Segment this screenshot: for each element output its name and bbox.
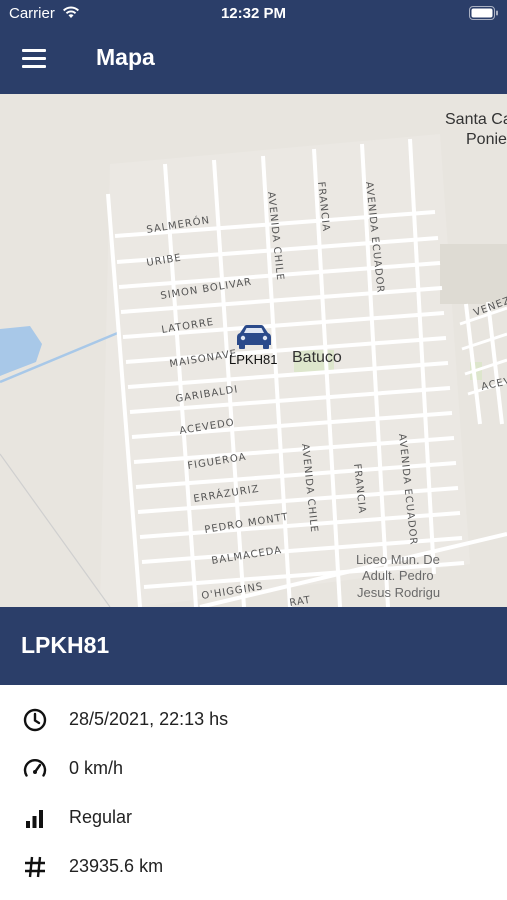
place-label-top-right: Ponie — [466, 131, 507, 148]
detail-row-speed: 0 km/h — [0, 744, 507, 793]
place-label-top-right: Santa Ca — [445, 111, 507, 128]
street-label: RAT — [289, 595, 312, 607]
clock-time: 12:32 PM — [220, 5, 287, 22]
street-label: ACEV — [480, 376, 507, 393]
detail-text: 0 km/h — [69, 758, 124, 778]
battery-icon — [469, 6, 499, 20]
navigation-bar: Mapa — [0, 28, 507, 94]
signal-bars-icon — [22, 805, 48, 831]
detail-text: 23935.6 km — [69, 856, 164, 876]
detail-row-signal: Regular — [0, 793, 507, 842]
place-label: Batuco — [292, 349, 342, 366]
clock-icon — [22, 707, 48, 733]
status-bar: Carrier 12:32 PM — [0, 0, 507, 28]
detail-row-date: 28/5/2021, 22:13 hs — [0, 695, 507, 744]
poi-label: Adult. Pedro — [362, 568, 434, 583]
page-title: Mapa — [96, 44, 155, 70]
vehicle-plate: LPKH81 — [21, 632, 110, 658]
detail-row-odometer: 23935.6 km — [0, 842, 507, 891]
poi-label: Jesus Rodrigu — [357, 585, 440, 600]
vehicle-details: 28/5/2021, 22:13 hs 0 km/h Regular 23935… — [0, 685, 507, 900]
vehicle-header: LPKH81 — [0, 607, 507, 685]
speedometer-icon — [22, 756, 48, 782]
detail-text: 28/5/2021, 22:13 hs — [69, 709, 229, 729]
poi-label: Liceo Mun. De — [356, 552, 440, 567]
map-view[interactable]: SALMERÓN URIBE SIMON BOLIVAR LATORRE MAI… — [0, 94, 507, 607]
water-area — [0, 326, 42, 376]
detail-text: Regular — [69, 807, 133, 827]
vehicle-marker-label: LPKH81 — [229, 352, 277, 367]
hash-icon — [22, 854, 48, 880]
menu-icon[interactable] — [22, 49, 48, 73]
